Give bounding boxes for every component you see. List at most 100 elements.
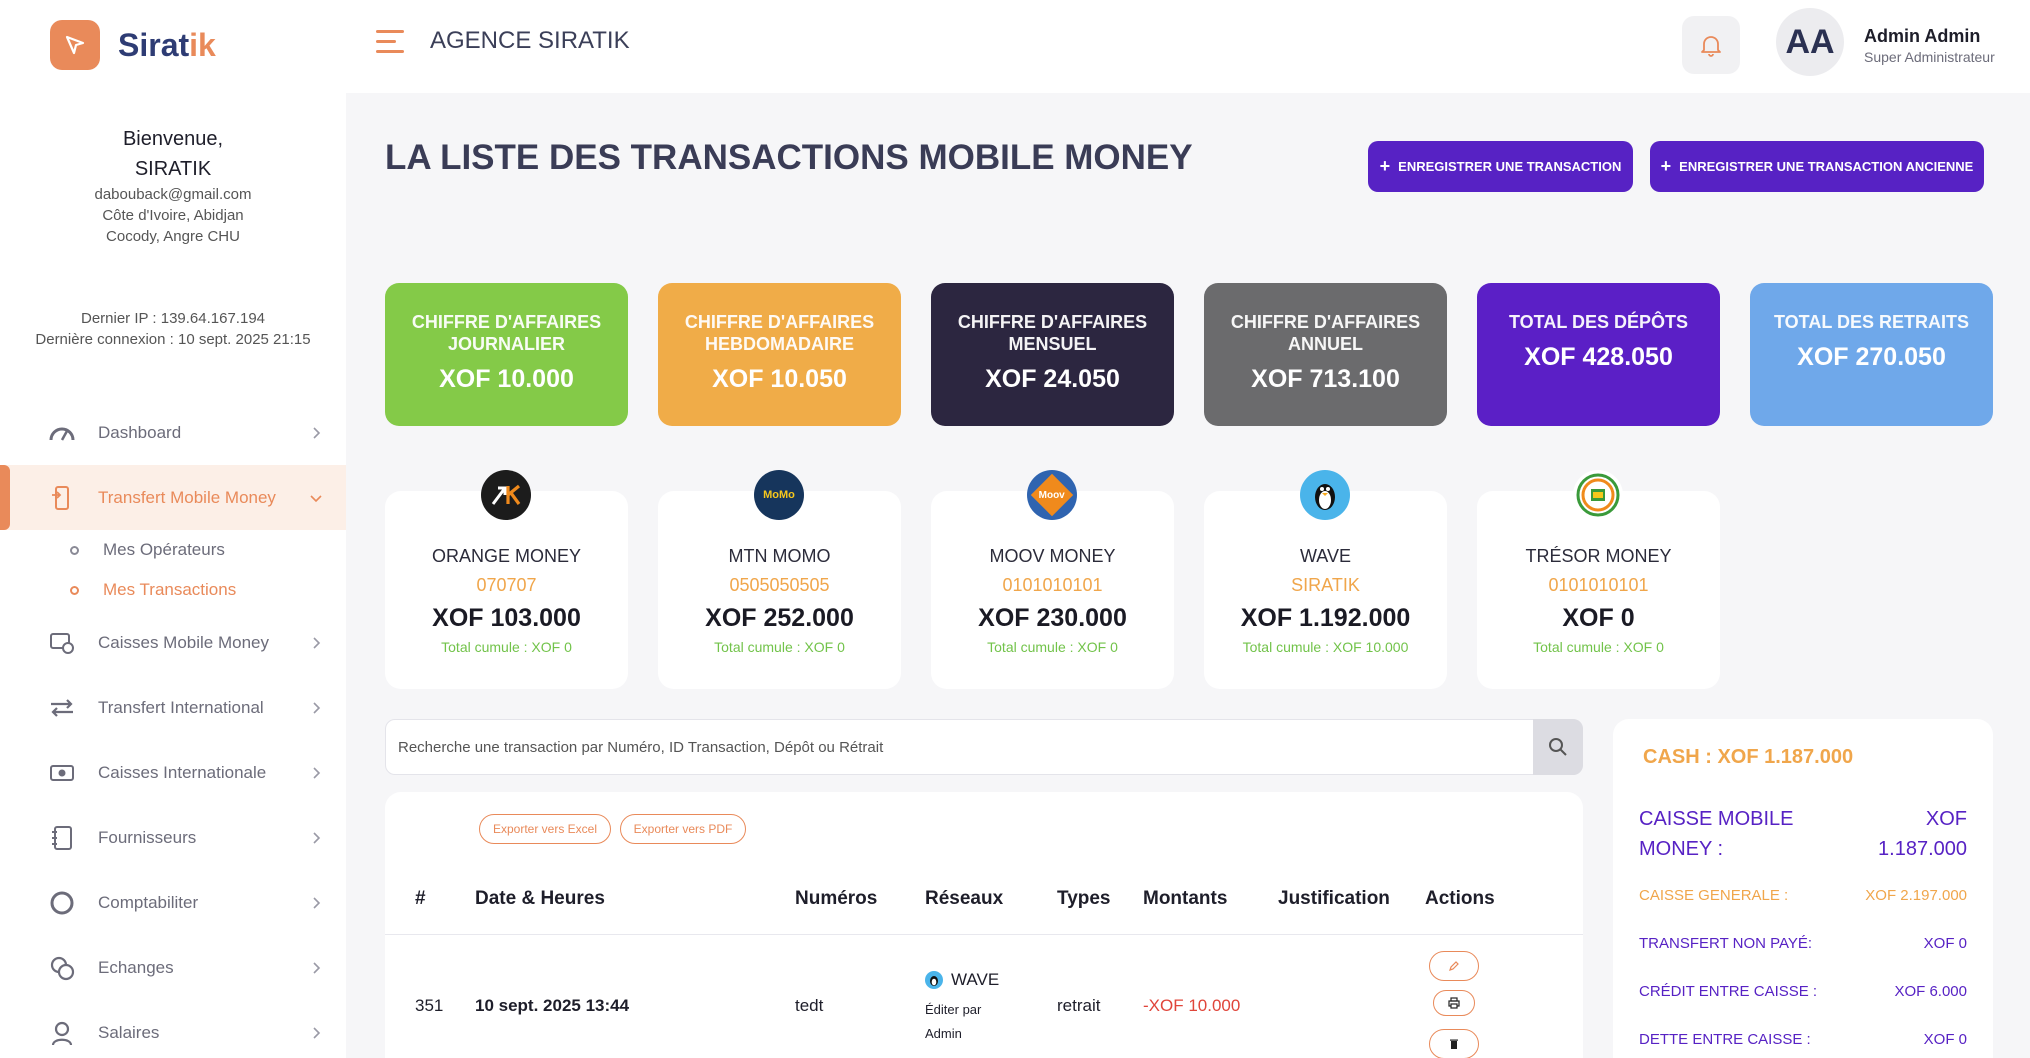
kpi-value: XOF 713.100 xyxy=(1251,365,1400,393)
operator-card-mtn-momo[interactable]: MoMo MTN MOMO 0505050505 XOF 252.000 Tot… xyxy=(658,470,901,689)
operator-amount: XOF 103.000 xyxy=(432,604,581,632)
sidebar-item-salaires[interactable]: Salaires xyxy=(0,1000,346,1058)
kpi-card-hebdomadaire[interactable]: CHIFFRE D'AFFAIRES HEBDOMADAIRE XOF 10.05… xyxy=(658,283,901,426)
sidebar-subitem-operateurs[interactable]: Mes Opérateurs xyxy=(70,530,346,570)
search-button[interactable] xyxy=(1533,719,1583,775)
menu-toggle-icon[interactable] xyxy=(376,30,404,56)
sidebar-item-dashboard[interactable]: Dashboard xyxy=(0,400,346,465)
caisse-generale-label: CAISSE GENERALE : xyxy=(1639,887,1789,904)
divider xyxy=(385,934,1583,935)
sidebar-item-transfert-mobile-money[interactable]: Transfert Mobile Money xyxy=(0,465,346,530)
chevron-right-icon xyxy=(313,831,321,844)
agency-title: AGENCE SIRATIK xyxy=(430,27,630,54)
dashboard-icon xyxy=(48,419,76,447)
moov-money-logo-icon: Moov xyxy=(1027,470,1077,520)
chevron-right-icon xyxy=(313,766,321,779)
cell-montant: -XOF 10.000 xyxy=(1143,996,1241,1015)
column-header: Actions xyxy=(1425,888,1495,909)
operator-number: 0101010101 xyxy=(1548,575,1649,595)
column-header: Numéros xyxy=(795,888,878,909)
credit-entre-caisse-label: CRÉDIT ENTRE CAISSE : xyxy=(1639,983,1818,1000)
new-transaction-button[interactable]: + ENREGISTRER UNE TRANSACTION xyxy=(1368,141,1633,192)
kpi-card-annuel[interactable]: CHIFFRE D'AFFAIRES ANNUEL XOF 713.100 xyxy=(1204,283,1447,426)
cell-editor: Éditer par Admin xyxy=(925,1002,982,1041)
org-name: SIRATIK xyxy=(134,158,212,180)
sidebar-item-caisses-internationale[interactable]: Caisses Internationale xyxy=(0,740,346,805)
bell-icon xyxy=(1701,36,1721,57)
operator-card-tresor-money[interactable]: TRÉSOR MONEY 0101010101 XOF 0 Total cumu… xyxy=(1477,470,1720,689)
kpi-value: XOF 10.050 xyxy=(712,365,847,393)
operator-number: 0505050505 xyxy=(729,575,830,595)
plus-icon: + xyxy=(1660,156,1672,176)
submenu-transfert: Mes Opérateurs Mes Transactions xyxy=(0,530,346,610)
dette-entre-caisse-label: DETTE ENTRE CAISSE : xyxy=(1639,1031,1811,1048)
bullet-icon xyxy=(70,545,79,555)
kpi-card-journalier[interactable]: CHIFFRE D'AFFAIRES JOURNALIER XOF 10.000 xyxy=(385,283,628,426)
subitem-label: Mes Transactions xyxy=(103,580,237,599)
old-transaction-button[interactable]: + ENREGISTRER UNE TRANSACTION ANCIENNE xyxy=(1650,141,1984,192)
column-header: Justification xyxy=(1278,888,1390,909)
phone-transfer-icon xyxy=(48,484,76,512)
kpi-card-depots[interactable]: TOTAL DES DÉPÔTS XOF 428.050 xyxy=(1477,283,1720,426)
sidebar-item-transfert-international[interactable]: Transfert International xyxy=(0,675,346,740)
operator-amount: XOF 252.000 xyxy=(705,604,854,632)
sidebar-item-label: Echanges xyxy=(98,957,174,977)
trash-icon xyxy=(1450,1039,1458,1049)
sidebar-item-label: Fournisseurs xyxy=(98,827,197,847)
transactions-table-card: Exporter vers Excel Exporter vers PDF # … xyxy=(385,792,1583,1058)
search-input[interactable] xyxy=(386,720,1534,774)
kpi-label: TOTAL DES DÉPÔTS xyxy=(1508,312,1689,332)
chevron-right-icon xyxy=(313,636,321,649)
avatar[interactable]: AA xyxy=(1776,8,1844,76)
kpi-value: XOF 270.050 xyxy=(1797,343,1946,371)
sidebar-item-caisses-mobile-money[interactable]: Caisses Mobile Money xyxy=(0,610,346,675)
sidebar-item-comptabiliter[interactable]: Comptabiliter xyxy=(0,870,346,935)
page-title: LA LISTE DES TRANSACTIONS MOBILE MONEY xyxy=(385,138,1193,177)
plus-icon: + xyxy=(1379,156,1391,176)
operator-name: MOOV MONEY xyxy=(989,546,1116,566)
pencil-icon xyxy=(1449,961,1459,971)
coins-icon xyxy=(48,954,76,982)
export-pdf-button[interactable]: Exporter vers PDF xyxy=(620,814,746,844)
caisse-generale-value: XOF 2.197.000 xyxy=(1865,887,1967,904)
print-button[interactable] xyxy=(1433,990,1475,1016)
cell-type: retrait xyxy=(1057,996,1101,1015)
kpi-card-retraits[interactable]: TOTAL DES RETRAITS XOF 270.050 xyxy=(1750,283,1993,426)
operator-number: 0101010101 xyxy=(1002,575,1103,595)
wave-penguin-icon xyxy=(925,971,943,989)
operator-card-orange-money[interactable]: ORANGE MONEY 070707 XOF 103.000 Total cu… xyxy=(385,470,628,689)
operator-amount: XOF 1.192.000 xyxy=(1240,604,1411,632)
sidebar-subitem-transactions[interactable]: Mes Transactions xyxy=(70,570,346,610)
cash-register-icon xyxy=(48,629,76,657)
user-role: Super Administrateur xyxy=(1864,49,1995,65)
transfert-non-paye-value: XOF 0 xyxy=(1923,935,1967,952)
user-name[interactable]: Admin Admin xyxy=(1864,26,1980,47)
transaction-search xyxy=(385,719,1583,775)
sidebar-item-fournisseurs[interactable]: Fournisseurs xyxy=(0,805,346,870)
operator-name: WAVE xyxy=(1299,546,1351,566)
notifications-button[interactable] xyxy=(1682,16,1740,74)
chevron-right-icon xyxy=(313,896,321,909)
top-header: AGENCE SIRATIK AA Admin Admin Super Admi… xyxy=(346,0,2030,93)
column-header: # xyxy=(415,888,426,909)
edit-button[interactable] xyxy=(1429,951,1479,981)
orange-money-logo-icon xyxy=(481,470,531,520)
subitem-label: Mes Opérateurs xyxy=(103,540,225,559)
kpi-label: CHIFFRE D'AFFAIRES ANNUEL xyxy=(1230,312,1421,354)
export-excel-button[interactable]: Exporter vers Excel xyxy=(479,814,611,844)
bullet-icon xyxy=(70,585,79,595)
sidebar-item-echanges[interactable]: Echanges xyxy=(0,935,346,1000)
operator-total: Total cumule : XOF 0 xyxy=(714,639,845,655)
button-label: ENREGISTRER UNE TRANSACTION xyxy=(1398,159,1622,174)
operator-card-moov-money[interactable]: Moov MOOV MONEY 0101010101 XOF 230.000 T… xyxy=(931,470,1174,689)
wave-penguin-logo-icon xyxy=(1300,470,1350,520)
login-info: Dernier IP : 139.64.167.194 Dernière con… xyxy=(0,308,346,350)
brand-logo[interactable]: Siratik xyxy=(50,20,216,70)
delete-button[interactable] xyxy=(1429,1029,1479,1058)
button-label: ENREGISTRER UNE TRANSACTION ANCIENNE xyxy=(1679,159,1974,174)
kpi-card-mensuel[interactable]: CHIFFRE D'AFFAIRES MENSUEL XOF 24.050 xyxy=(931,283,1174,426)
sidebar-nav: Dashboard Transfert Mobile Money Mes Opé… xyxy=(0,400,346,1058)
user-email: dabouback@gmail.com xyxy=(94,186,252,203)
kpi-value: XOF 428.050 xyxy=(1524,343,1673,371)
operator-card-wave[interactable]: WAVE SIRATIK XOF 1.192.000 Total cumule … xyxy=(1204,470,1447,689)
